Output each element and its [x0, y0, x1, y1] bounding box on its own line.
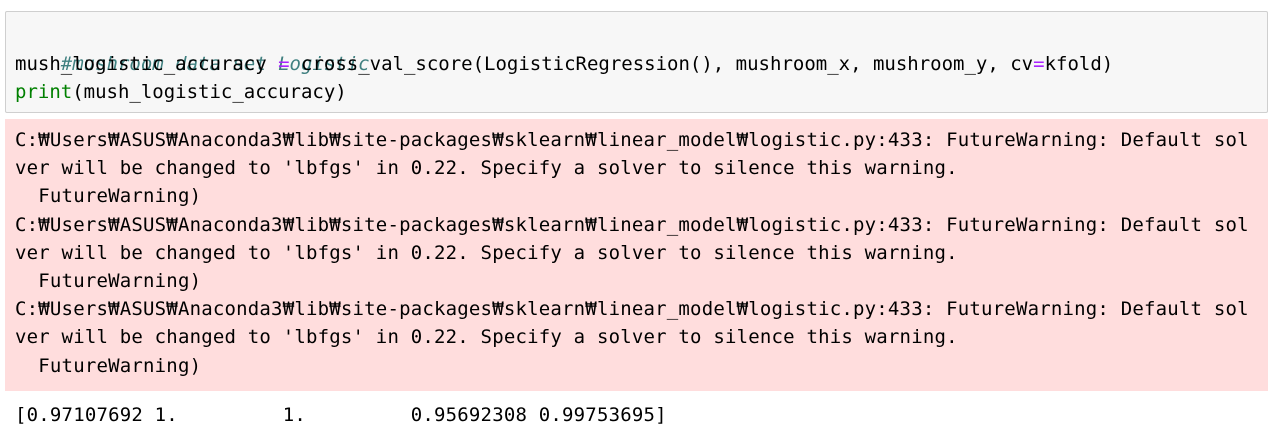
code-text: mush_logistic_accuracy — [15, 53, 279, 75]
code-line-comment: #mushroom data set Logistic — [15, 22, 1267, 75]
stderr-line: C:₩Users₩ASUS₩Anaconda3₩lib₩site-package… — [15, 298, 1249, 321]
code-operator: = — [278, 53, 290, 75]
stderr-line: FutureWarning) — [15, 185, 202, 208]
code-text: kfold) — [1044, 53, 1114, 75]
stderr-line: ver will be changed to 'lbfgs' in 0.22. … — [15, 241, 958, 264]
code-line-assignment: mush_logistic_accuracy = cross_val_score… — [15, 50, 1267, 78]
stderr-line: FutureWarning) — [15, 269, 202, 292]
code-text: (mush_logistic_accuracy) — [72, 81, 347, 103]
code-operator: = — [1033, 53, 1045, 75]
stderr-line: C:₩Users₩ASUS₩Anaconda3₩lib₩site-package… — [15, 213, 1249, 236]
stderr-line: C:₩Users₩ASUS₩Anaconda3₩lib₩site-package… — [15, 129, 1249, 151]
stderr-output: C:₩Users₩ASUS₩Anaconda3₩lib₩site-package… — [5, 119, 1268, 391]
code-text: cross_val_score(LogisticRegression(), mu… — [289, 53, 1034, 75]
stderr-line: ver will be changed to 'lbfgs' in 0.22. … — [15, 157, 958, 180]
code-builtin: print — [15, 81, 73, 103]
stderr-line: FutureWarning) — [15, 354, 202, 377]
code-cell-input[interactable]: #mushroom data set Logistic mush_logisti… — [5, 11, 1268, 113]
stderr-line: ver will be changed to 'lbfgs' in 0.22. … — [15, 326, 958, 349]
code-line-print: print(mush_logistic_accuracy) — [15, 78, 1267, 106]
stdout-output: [0.97107692 1. 1. 0.95692308 0.99753695] — [15, 404, 667, 426]
